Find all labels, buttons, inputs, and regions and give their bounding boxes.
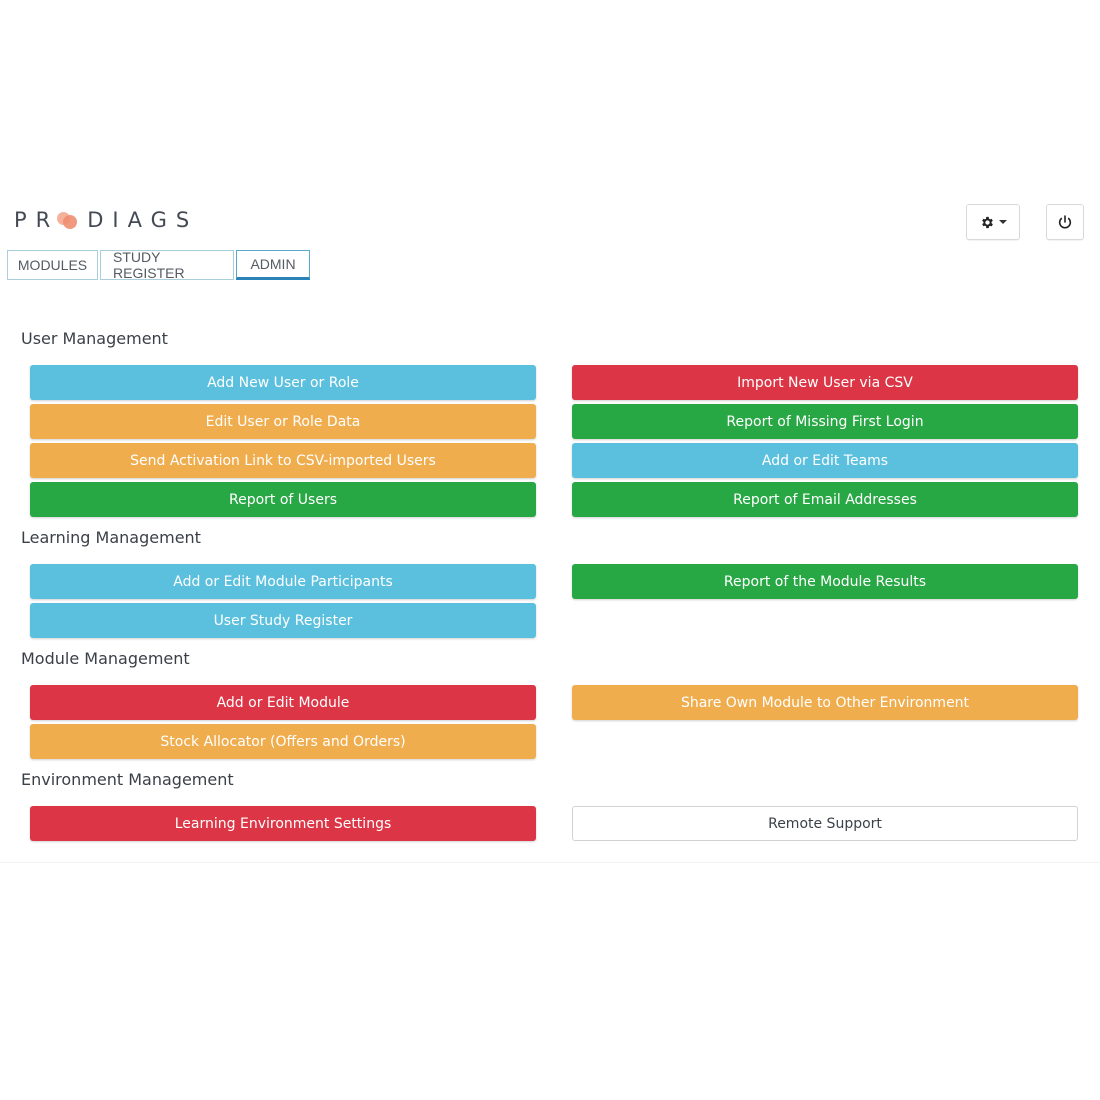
add-edit-module-button[interactable]: Add or Edit Module [30,685,536,720]
send-activation-link-button[interactable]: Send Activation Link to CSV-imported Use… [30,443,536,478]
footer-divider [0,862,1100,863]
section-title-learning-management: Learning Management [21,528,201,547]
user-study-register-button[interactable]: User Study Register [30,603,536,638]
add-edit-teams-button[interactable]: Add or Edit Teams [572,443,1078,478]
section-title-user-management: User Management [21,329,168,348]
tab-admin[interactable]: ADMIN [236,250,310,280]
logo-text-right: DIAGS [87,208,199,232]
tab-study-register[interactable]: STUDY REGISTER [100,249,234,281]
report-email-addresses-button[interactable]: Report of Email Addresses [572,482,1078,517]
remote-support-button[interactable]: Remote Support [572,806,1078,841]
tab-modules[interactable]: MODULES [7,250,98,280]
main-tabs: MODULES STUDY REGISTER ADMIN [7,249,310,281]
report-module-results-button[interactable]: Report of the Module Results [572,564,1078,599]
share-module-button[interactable]: Share Own Module to Other Environment [572,685,1078,720]
report-users-button[interactable]: Report of Users [30,482,536,517]
chevron-down-icon [998,220,1007,224]
environment-settings-button[interactable]: Learning Environment Settings [30,806,536,841]
settings-dropdown-button[interactable] [966,204,1020,240]
edit-user-button[interactable]: Edit User or Role Data [30,404,536,439]
gear-icon [981,216,993,228]
report-missing-login-button[interactable]: Report of Missing First Login [572,404,1078,439]
logo-dots-icon [57,209,79,231]
add-new-user-button[interactable]: Add New User or Role [30,365,536,400]
power-icon [1058,215,1072,229]
import-user-csv-button[interactable]: Import New User via CSV [572,365,1078,400]
prodiags-logo: PR DIAGS [14,206,198,234]
logo-text-left: PR [14,208,60,232]
logout-button[interactable] [1046,204,1084,240]
section-title-environment-management: Environment Management [21,770,234,789]
section-title-module-management: Module Management [21,649,190,668]
stock-allocator-button[interactable]: Stock Allocator (Offers and Orders) [30,724,536,759]
module-participants-button[interactable]: Add or Edit Module Participants [30,564,536,599]
admin-page: PR DIAGS MODULES STUDY REGISTER ADMIN Us… [0,0,1100,1100]
